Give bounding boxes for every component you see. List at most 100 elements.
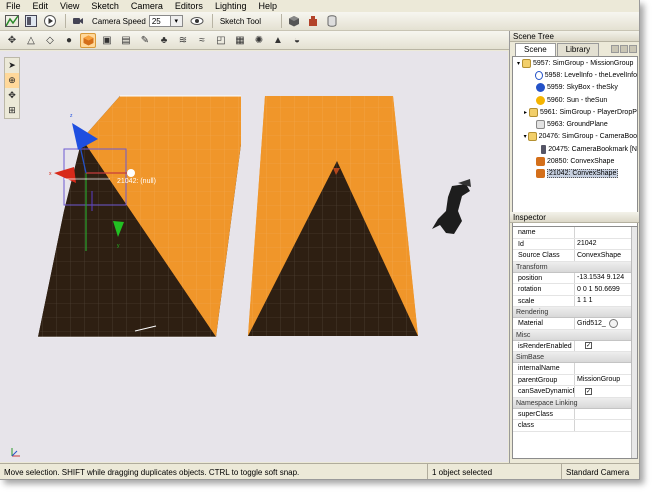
- expand-arrow-icon[interactable]: ▾: [515, 60, 522, 67]
- convex-shape-icon: [536, 169, 545, 179]
- field-value-text: Grid512_: [577, 319, 606, 327]
- menu-help[interactable]: Help: [252, 0, 283, 12]
- inspector-properties: name Id 21042 Source Class ConvexShape Transf…: [512, 226, 638, 459]
- eye-icon[interactable]: [189, 14, 205, 29]
- river-icon[interactable]: ≈: [194, 33, 210, 48]
- field-value[interactable]: 21042: [575, 239, 637, 250]
- camera-speed-input[interactable]: 25: [148, 15, 171, 27]
- field-label: superClass: [513, 408, 575, 419]
- inspector-field: name: [513, 227, 637, 239]
- tree-item[interactable]: ▾ 5957: SimGroup - MissionGroup: [513, 57, 637, 69]
- menu-view[interactable]: View: [54, 0, 85, 12]
- transform-tool-column: ➤ ⊕ ✥ ⊞: [4, 57, 20, 119]
- tab-library[interactable]: Library: [556, 43, 600, 56]
- tree-item[interactable]: ▸ 5961: SimGroup - PlayerDropP: [513, 106, 637, 118]
- inspector-group-header[interactable]: Rendering: [513, 307, 637, 318]
- field-label: internalName: [513, 363, 575, 374]
- field-label: isRenderEnabled: [513, 340, 575, 351]
- tree-item[interactable]: 5959: SkyBox - theSky: [513, 82, 637, 94]
- checkbox-icon[interactable]: ✓: [585, 342, 592, 350]
- gui-editor-icon[interactable]: [23, 14, 39, 29]
- tree-item[interactable]: 5960: Sun - theSun: [513, 94, 637, 106]
- field-value[interactable]: -13.1534 9.124: [575, 273, 637, 284]
- inspector-group-header[interactable]: SimBase: [513, 352, 637, 363]
- inspector-field: parentGroup MissionGroup: [513, 374, 637, 386]
- menu-lighting[interactable]: Lighting: [209, 0, 253, 12]
- inspector-group-header[interactable]: Transform: [513, 261, 637, 273]
- scene-tree-list[interactable]: ▾ 5957: SimGroup - MissionGroup 5958: Leve…: [512, 56, 638, 232]
- play-icon[interactable]: [42, 14, 58, 29]
- move-tool-icon[interactable]: ⊕: [5, 73, 19, 88]
- texture-icon[interactable]: ▤: [118, 33, 134, 48]
- new-folder-icon[interactable]: [620, 45, 628, 53]
- snap-tool-icon[interactable]: ✥: [4, 33, 20, 48]
- tree-item[interactable]: 5963: GroundPlane: [513, 118, 637, 130]
- field-value[interactable]: ConvexShape: [575, 250, 637, 261]
- field-value[interactable]: ✓: [575, 386, 637, 397]
- lock-icon[interactable]: [611, 45, 619, 53]
- particle-icon[interactable]: ✺: [251, 33, 267, 48]
- status-camera-mode: Standard Camera: [566, 467, 630, 477]
- sketch-tool-label: Sketch Tool: [219, 16, 262, 26]
- menu-sketch[interactable]: Sketch: [85, 0, 125, 12]
- navmesh-icon[interactable]: ▲: [270, 33, 286, 48]
- delete-icon[interactable]: [629, 45, 637, 53]
- tree-item[interactable]: 5958: LevelInfo - theLevelInfo: [513, 69, 637, 81]
- scale-tool-icon[interactable]: ⊞: [5, 103, 19, 118]
- tab-scene[interactable]: Scene: [515, 43, 556, 56]
- grid-tool-icon[interactable]: ◇: [42, 33, 58, 48]
- field-value[interactable]: [575, 227, 637, 238]
- menu-edit[interactable]: Edit: [27, 0, 55, 12]
- world-editor-icon[interactable]: [4, 14, 20, 29]
- scene-tree-panel: Scene Tree Scene Library ▾ 5957: SimGroup…: [509, 31, 639, 463]
- menu-camera[interactable]: Camera: [125, 0, 169, 12]
- checkbox-icon[interactable]: ✓: [585, 387, 592, 395]
- road-icon[interactable]: ≋: [175, 33, 191, 48]
- field-value[interactable]: [575, 409, 637, 420]
- select-arrow-icon[interactable]: ➤: [5, 58, 19, 73]
- rotate-tool-icon[interactable]: ✥: [5, 88, 19, 103]
- shape-editor-icon[interactable]: ◒: [289, 33, 305, 48]
- menu-file[interactable]: File: [0, 0, 27, 12]
- status-selection-count: 1 object selected: [428, 464, 562, 479]
- inspector-field: Id 21042: [513, 238, 637, 250]
- field-value[interactable]: Grid512_: [575, 318, 637, 329]
- vertical-scrollbar[interactable]: [631, 227, 637, 458]
- field-value[interactable]: ✓: [575, 341, 637, 352]
- inspector-group-header[interactable]: Misc: [513, 329, 637, 341]
- tree-item-label: 5960: Sun - theSun: [547, 96, 608, 104]
- tree-item-label: 5963: GroundPlane: [547, 121, 608, 129]
- cube-icon[interactable]: [286, 14, 302, 29]
- convex-shape-right[interactable]: [248, 96, 418, 336]
- field-value[interactable]: [575, 363, 637, 374]
- forest-icon[interactable]: ♣: [156, 33, 172, 48]
- material-icon[interactable]: ▣: [99, 33, 115, 48]
- terrain-icon[interactable]: △: [23, 33, 39, 48]
- tree-item[interactable]: 20850: ConvexShape: [513, 155, 637, 167]
- field-value[interactable]: 1 1 1: [575, 296, 637, 307]
- decal-icon[interactable]: ◰: [213, 33, 229, 48]
- 3d-viewport[interactable]: z x y 21042: (null) ➤ ⊕ ✥ ⊞: [0, 51, 508, 462]
- convex-shape-tool-icon[interactable]: [80, 32, 96, 48]
- field-value[interactable]: 0 0 1 50.6699: [575, 284, 637, 295]
- paint-brush-icon[interactable]: ✎: [137, 33, 153, 48]
- convex-shape-left[interactable]: [38, 95, 241, 338]
- field-value-text: -13.1534 9.124: [577, 274, 625, 282]
- material-browse-icon[interactable]: [608, 318, 618, 328]
- mesh-road-icon[interactable]: ▦: [232, 33, 248, 48]
- field-value-text: MissionGroup: [577, 376, 621, 384]
- tree-item[interactable]: 21042: ConvexShape: [513, 168, 637, 180]
- sphere-icon[interactable]: ●: [61, 33, 77, 48]
- menu-editors[interactable]: Editors: [169, 0, 209, 12]
- tree-item[interactable]: ▾ 20476: SimGroup - CameraBoo: [513, 131, 637, 143]
- field-value[interactable]: [575, 420, 637, 431]
- camera-icon: [70, 14, 86, 29]
- inspector-group-header[interactable]: Namespace Linking: [513, 397, 637, 409]
- database-icon[interactable]: [324, 14, 340, 29]
- camera-speed-label: Camera Speed: [92, 16, 146, 26]
- tree-item[interactable]: 20475: CameraBookmark [N: [513, 143, 637, 155]
- field-value[interactable]: MissionGroup: [575, 375, 637, 386]
- chevron-down-icon[interactable]: ▾: [170, 15, 183, 27]
- prefab-icon[interactable]: [305, 14, 321, 29]
- collapse-arrow-icon[interactable]: ▸: [522, 109, 529, 116]
